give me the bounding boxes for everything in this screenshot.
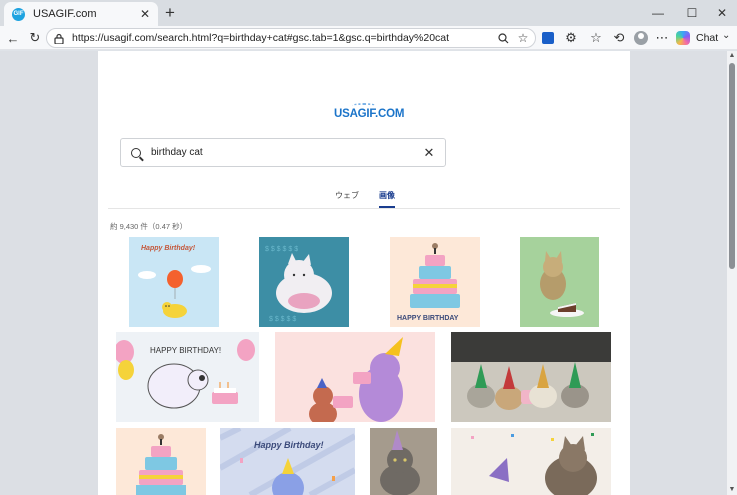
refresh-icon[interactable]: ↻ (26, 29, 44, 47)
page-viewport: USAGIF.COM ✕ ウェブ 画像 約 9,430 件（0.47 秒） Ha… (0, 51, 737, 495)
image-caption: HAPPY BIRTHDAY (397, 315, 459, 322)
lock-icon (53, 32, 65, 44)
extension-icon[interactable] (539, 29, 557, 47)
image-result[interactable] (451, 332, 611, 422)
favorite-star-icon[interactable]: ☆ (515, 30, 531, 46)
image-result[interactable]: Happy Birthday! (129, 237, 219, 327)
close-window-icon[interactable]: ✕ (707, 2, 737, 24)
search-box: ✕ (120, 138, 446, 167)
page-scrollbar[interactable]: ▲ ▼ (727, 51, 737, 495)
maximize-icon[interactable]: ☐ (677, 2, 707, 24)
copilot-label: Chat (696, 32, 719, 44)
image-result[interactable]: HAPPY BIRTHDAY! (116, 332, 259, 422)
more-menu-icon[interactable]: ⋯ (653, 29, 671, 47)
puzzle-extensions-icon[interactable]: ⚙ (562, 29, 580, 47)
zoom-search-icon[interactable] (495, 30, 511, 46)
scroll-down-icon[interactable]: ▼ (727, 485, 737, 495)
scroll-up-icon[interactable]: ▲ (727, 51, 737, 61)
profile-avatar-icon[interactable] (632, 29, 650, 47)
image-caption: Happy Birthday! (254, 440, 324, 450)
result-count: 約 9,430 件（0.47 秒） (110, 222, 188, 231)
scroll-thumb[interactable] (729, 63, 735, 269)
image-result[interactable] (116, 428, 206, 495)
image-caption: Happy Birthday! (141, 245, 196, 252)
tab-title: USAGIF.com (33, 8, 97, 20)
address-bar[interactable]: https://usagif.com/search.html?q=birthda… (46, 28, 536, 48)
url-text[interactable]: https://usagif.com/search.html?q=birthda… (72, 32, 495, 44)
image-result[interactable]: HAPPY BIRTHDAY (390, 237, 480, 327)
history-icon[interactable]: ⟲ (610, 29, 628, 47)
copilot-icon (676, 31, 690, 45)
image-result[interactable] (275, 332, 435, 422)
browser-tab[interactable]: GIF USAGIF.com ✕ (4, 2, 158, 26)
back-icon[interactable]: ← (4, 29, 22, 47)
minimize-icon[interactable]: — (643, 2, 673, 24)
chevron-down-icon[interactable]: ⌄ (722, 30, 730, 41)
browser-toolbar: ← ↻ https://usagif.com/search.html?q=bir… (0, 26, 737, 50)
favorites-icon[interactable]: ☆ (587, 29, 605, 47)
new-tab-icon[interactable]: + (160, 4, 180, 22)
title-bar: GIF USAGIF.com ✕ + — ☐ ✕ (0, 0, 737, 26)
search-input[interactable] (151, 147, 421, 158)
site-logo[interactable]: USAGIF.COM (334, 103, 404, 123)
svg-text:$ $ $ $ $ $: $ $ $ $ $ $ (265, 246, 298, 253)
search-page: USAGIF.COM ✕ ウェブ 画像 約 9,430 件（0.47 秒） Ha… (98, 51, 630, 495)
image-result[interactable] (370, 428, 437, 495)
result-tabs: ウェブ 画像 (108, 188, 620, 209)
tab-web[interactable]: ウェブ (335, 190, 359, 201)
tab-images[interactable]: 画像 (379, 190, 395, 208)
image-result[interactable] (451, 428, 611, 495)
copilot-chat-button[interactable]: Chat (676, 29, 718, 47)
image-result[interactable]: $ $ $ $ $ $ $ $ $ $ $ (259, 237, 349, 327)
image-caption: HAPPY BIRTHDAY! (150, 346, 222, 355)
svg-text:$ $ $ $ $: $ $ $ $ $ (269, 316, 296, 323)
image-result[interactable]: Happy Birthday! (220, 428, 355, 495)
favicon-icon: GIF (12, 7, 25, 21)
search-icon[interactable] (131, 147, 141, 158)
image-result[interactable] (520, 237, 599, 327)
clear-search-icon[interactable]: ✕ (421, 145, 437, 161)
close-tab-icon[interactable]: ✕ (138, 7, 152, 21)
